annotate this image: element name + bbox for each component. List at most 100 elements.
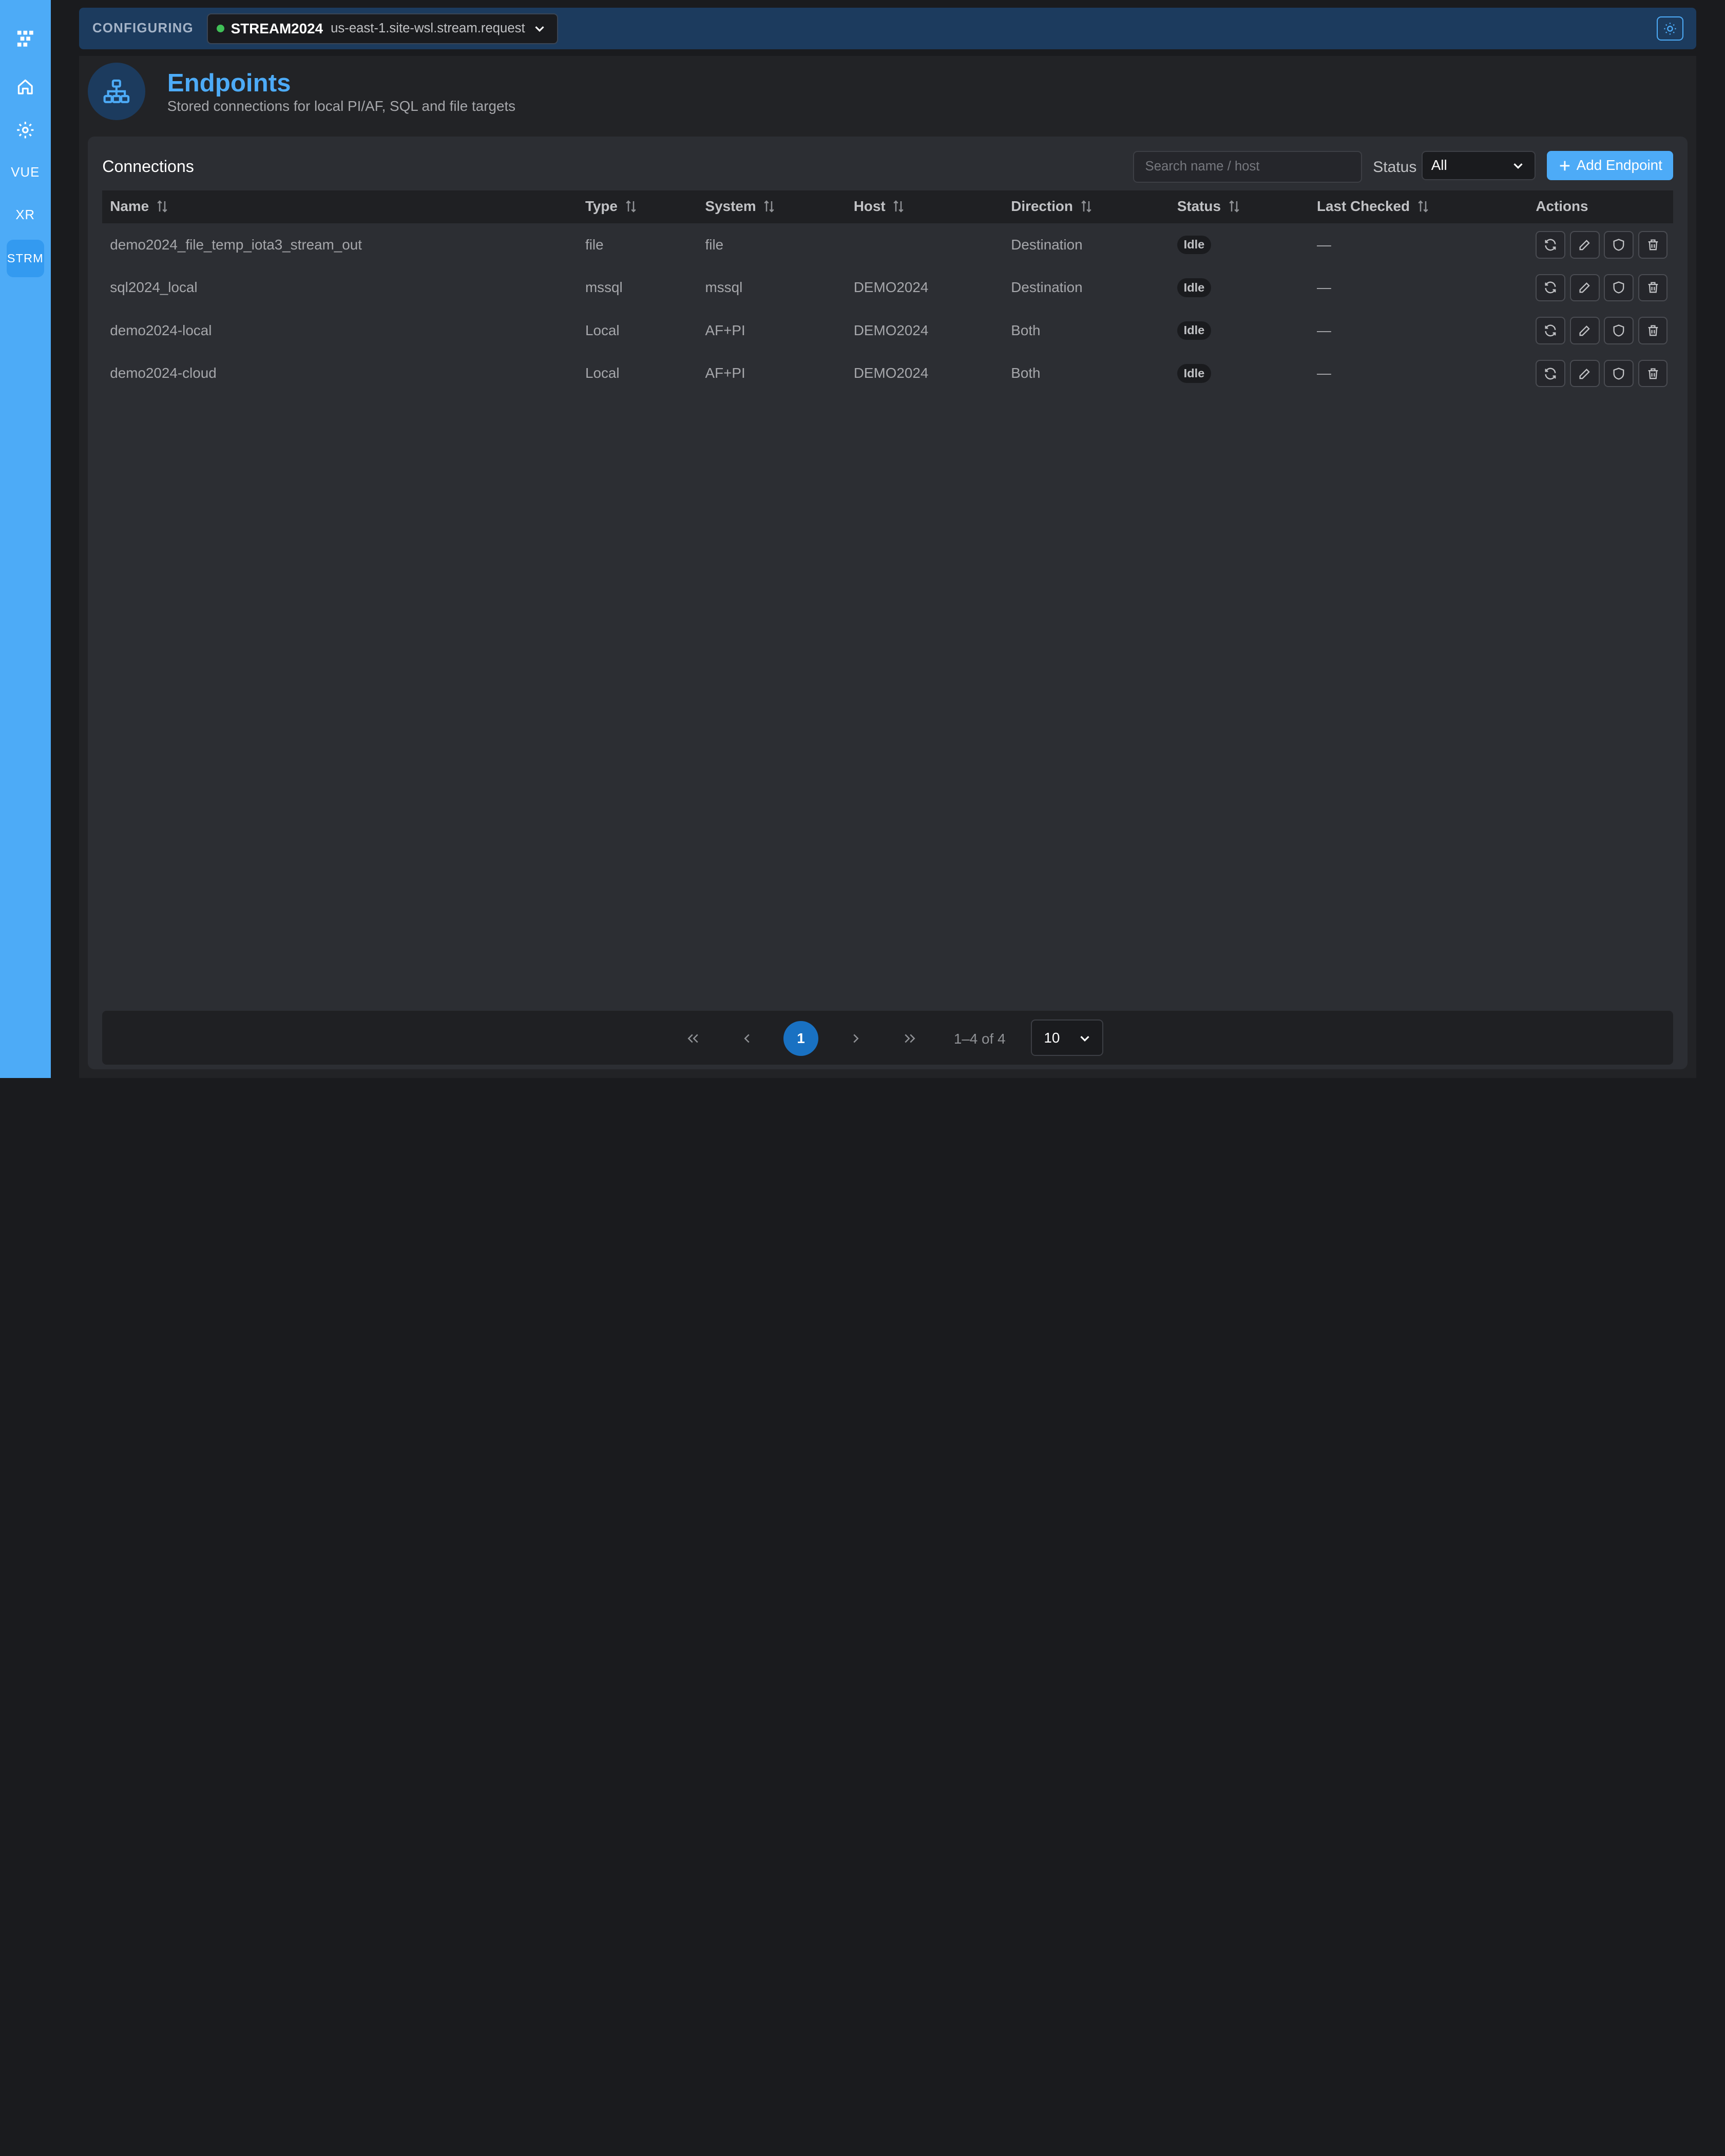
per-page-select[interactable]: 10 [1030, 1019, 1104, 1056]
previous-page-button[interactable] [730, 1021, 765, 1056]
column-label: Status [1177, 198, 1221, 214]
refresh-button[interactable] [1536, 317, 1566, 344]
column-header-last-checked[interactable]: Last Checked [1317, 198, 1431, 215]
column-header-name[interactable]: Name [110, 198, 170, 215]
edit-button[interactable] [1569, 317, 1600, 344]
main-panel: Endpoints Stored connections for local P… [79, 56, 1697, 1078]
permissions-button[interactable] [1604, 359, 1634, 388]
pagination-bar: 1 1–4 of 4 10 [102, 1011, 1674, 1065]
refresh-icon [1545, 368, 1556, 379]
sort-icon [1229, 200, 1239, 213]
environment-select[interactable]: STREAM2024 us-east-1.site-wsl.stream.req… [206, 13, 558, 44]
network-hierarchy-icon [88, 63, 145, 120]
search-input[interactable] [1133, 150, 1362, 183]
refresh-button[interactable] [1536, 274, 1566, 302]
cell-host: DEMO2024 [853, 365, 929, 381]
row-actions [1536, 230, 1672, 259]
cell-type: file [585, 236, 604, 253]
sort-icon [764, 200, 774, 213]
edit-button[interactable] [1569, 359, 1600, 388]
plus-icon [1560, 161, 1570, 170]
table-row[interactable]: sql2024_local mssql mssql DEMO2024 Desti… [102, 266, 1673, 310]
column-header-host[interactable]: Host [854, 198, 907, 215]
gear-icon[interactable] [7, 111, 44, 148]
app-root: VUE XR STRM CONFIGURING STREAM2024 us-ea… [0, 0, 1725, 1078]
cell-direction: Both [1011, 322, 1041, 338]
page-subtitle: Stored connections for local PI/AF, SQL … [167, 98, 516, 114]
column-header-type[interactable]: Type [585, 198, 639, 215]
table-header: Name Type System Host Direction Status L… [102, 190, 1674, 223]
shield-icon [1613, 239, 1624, 251]
permissions-button[interactable] [1604, 317, 1634, 344]
cell-host: DEMO2024 [853, 322, 929, 338]
table-row[interactable]: demo2024-cloud Local AF+PI DEMO2024 Both… [102, 352, 1673, 395]
permissions-button[interactable] [1604, 274, 1634, 302]
column-label: Name [110, 198, 149, 214]
sort-icon [1081, 200, 1091, 213]
home-icon[interactable] [7, 68, 44, 106]
environment-name: STREAM2024 [231, 20, 323, 36]
environment-status-dot [216, 25, 224, 33]
edit-button[interactable] [1569, 274, 1600, 302]
cell-direction: Destination [1011, 279, 1083, 296]
cell-direction: Destination [1011, 236, 1083, 253]
next-page-button[interactable] [838, 1021, 874, 1056]
delete-button[interactable] [1638, 359, 1668, 388]
sort-icon [157, 200, 167, 213]
delete-button[interactable] [1638, 230, 1668, 259]
table-row[interactable]: demo2024_file_temp_iota3_stream_out file… [102, 223, 1673, 266]
chevron-down-icon [1513, 163, 1523, 169]
page-button-current[interactable]: 1 [783, 1021, 819, 1056]
column-header-status[interactable]: Status [1177, 198, 1242, 215]
permissions-button[interactable] [1604, 230, 1634, 259]
column-label: Direction [1011, 198, 1073, 214]
chevrons-right-icon [905, 1034, 915, 1043]
chevron-down-icon [534, 26, 544, 32]
rail-item-vue[interactable]: VUE [7, 154, 44, 191]
edit-button[interactable] [1569, 230, 1600, 259]
cell-last-checked: — [1316, 279, 1331, 296]
first-page-button[interactable] [676, 1021, 711, 1056]
theme-toggle-button[interactable] [1657, 16, 1683, 41]
edit-pencil-icon [1579, 368, 1590, 379]
delete-button[interactable] [1638, 274, 1668, 302]
sun-icon [1664, 23, 1676, 35]
column-header-system[interactable]: System [705, 198, 777, 215]
logo-icon[interactable] [7, 20, 44, 57]
table-row[interactable]: demo2024-local Local AF+PI DEMO2024 Both… [102, 309, 1673, 352]
cell-type: Local [585, 322, 620, 338]
cell-last-checked: — [1316, 365, 1331, 381]
sort-icon [893, 200, 904, 213]
edit-pencil-icon [1579, 282, 1590, 293]
cell-type: mssql [585, 279, 623, 296]
chevrons-left-icon [687, 1034, 698, 1043]
chevron-right-icon [853, 1034, 859, 1043]
trash-icon [1648, 325, 1658, 336]
nav-rail: VUE XR STRM [0, 0, 51, 1078]
row-actions [1536, 359, 1672, 388]
column-label: Actions [1536, 198, 1588, 214]
refresh-icon [1545, 239, 1556, 251]
rail-item-strm[interactable]: STRM [6, 240, 44, 277]
rail-item-xr[interactable]: XR [7, 197, 44, 234]
column-header-actions: Actions [1536, 198, 1588, 215]
cell-system: mssql [705, 279, 743, 296]
refresh-button[interactable] [1536, 359, 1566, 388]
per-page-value: 10 [1044, 1029, 1060, 1046]
refresh-button[interactable] [1536, 230, 1566, 259]
status-badge: Idle [1177, 278, 1212, 297]
trash-icon [1648, 282, 1658, 293]
status-filter-select[interactable]: All [1421, 150, 1536, 181]
refresh-icon [1545, 281, 1556, 294]
status-filter-value: All [1431, 157, 1447, 174]
row-actions [1536, 317, 1672, 344]
edit-pencil-icon [1579, 240, 1590, 251]
sort-icon [1418, 200, 1428, 213]
last-page-button[interactable] [892, 1021, 928, 1056]
delete-button[interactable] [1638, 317, 1668, 344]
column-header-direction[interactable]: Direction [1011, 198, 1094, 215]
cell-direction: Both [1011, 365, 1041, 381]
add-endpoint-button[interactable]: Add Endpoint [1546, 150, 1674, 181]
chevron-down-icon [1080, 1035, 1089, 1042]
trash-icon [1648, 368, 1658, 379]
